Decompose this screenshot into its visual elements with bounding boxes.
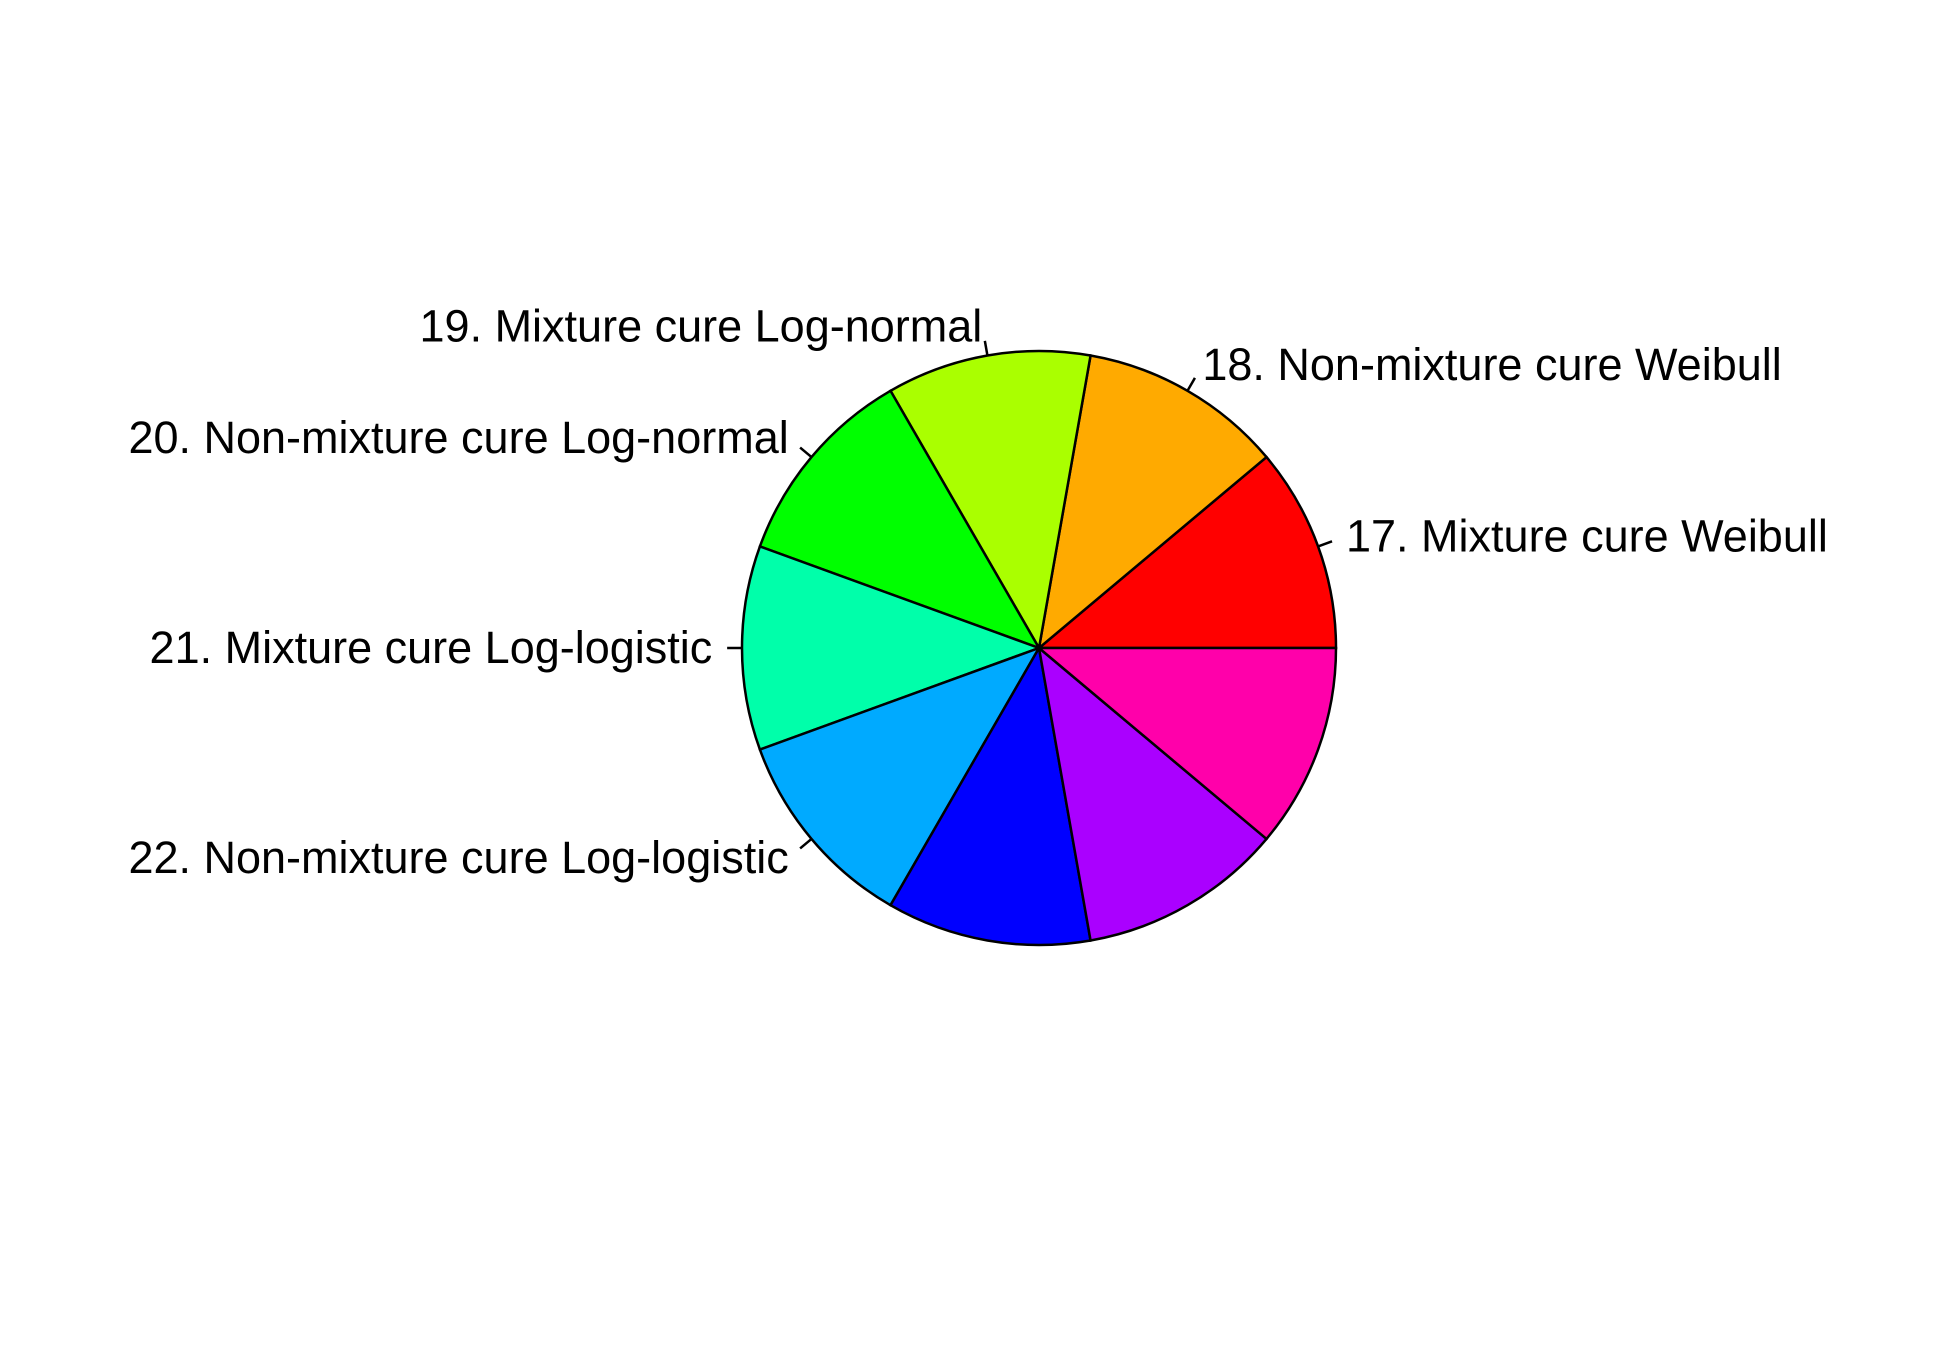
pie-slices [740,349,1338,947]
slice-label-4: 20. Non-mixture cure Log-normal [128,412,788,463]
slice-label-2: 18. Non-mixture cure Weibull [1202,339,1781,390]
slice-label-5: 21. Mixture cure Log-logistic [150,622,713,673]
leader-line-6 [799,837,813,850]
leader-line-2 [1186,377,1197,392]
slice-label-6: 22. Non-mixture cure Log-logistic [128,832,788,883]
slice-label-3: 19. Mixture cure Log-normal [420,300,983,351]
leader-line-4 [799,446,813,459]
slice-label-1: 17. Mixture cure Weibull [1346,510,1828,561]
pie-chart: 17. Mixture cure Weibull 18. Non-mixture … [128,300,1828,947]
leader-line-3 [983,340,989,356]
leader-line-1 [1317,540,1333,548]
